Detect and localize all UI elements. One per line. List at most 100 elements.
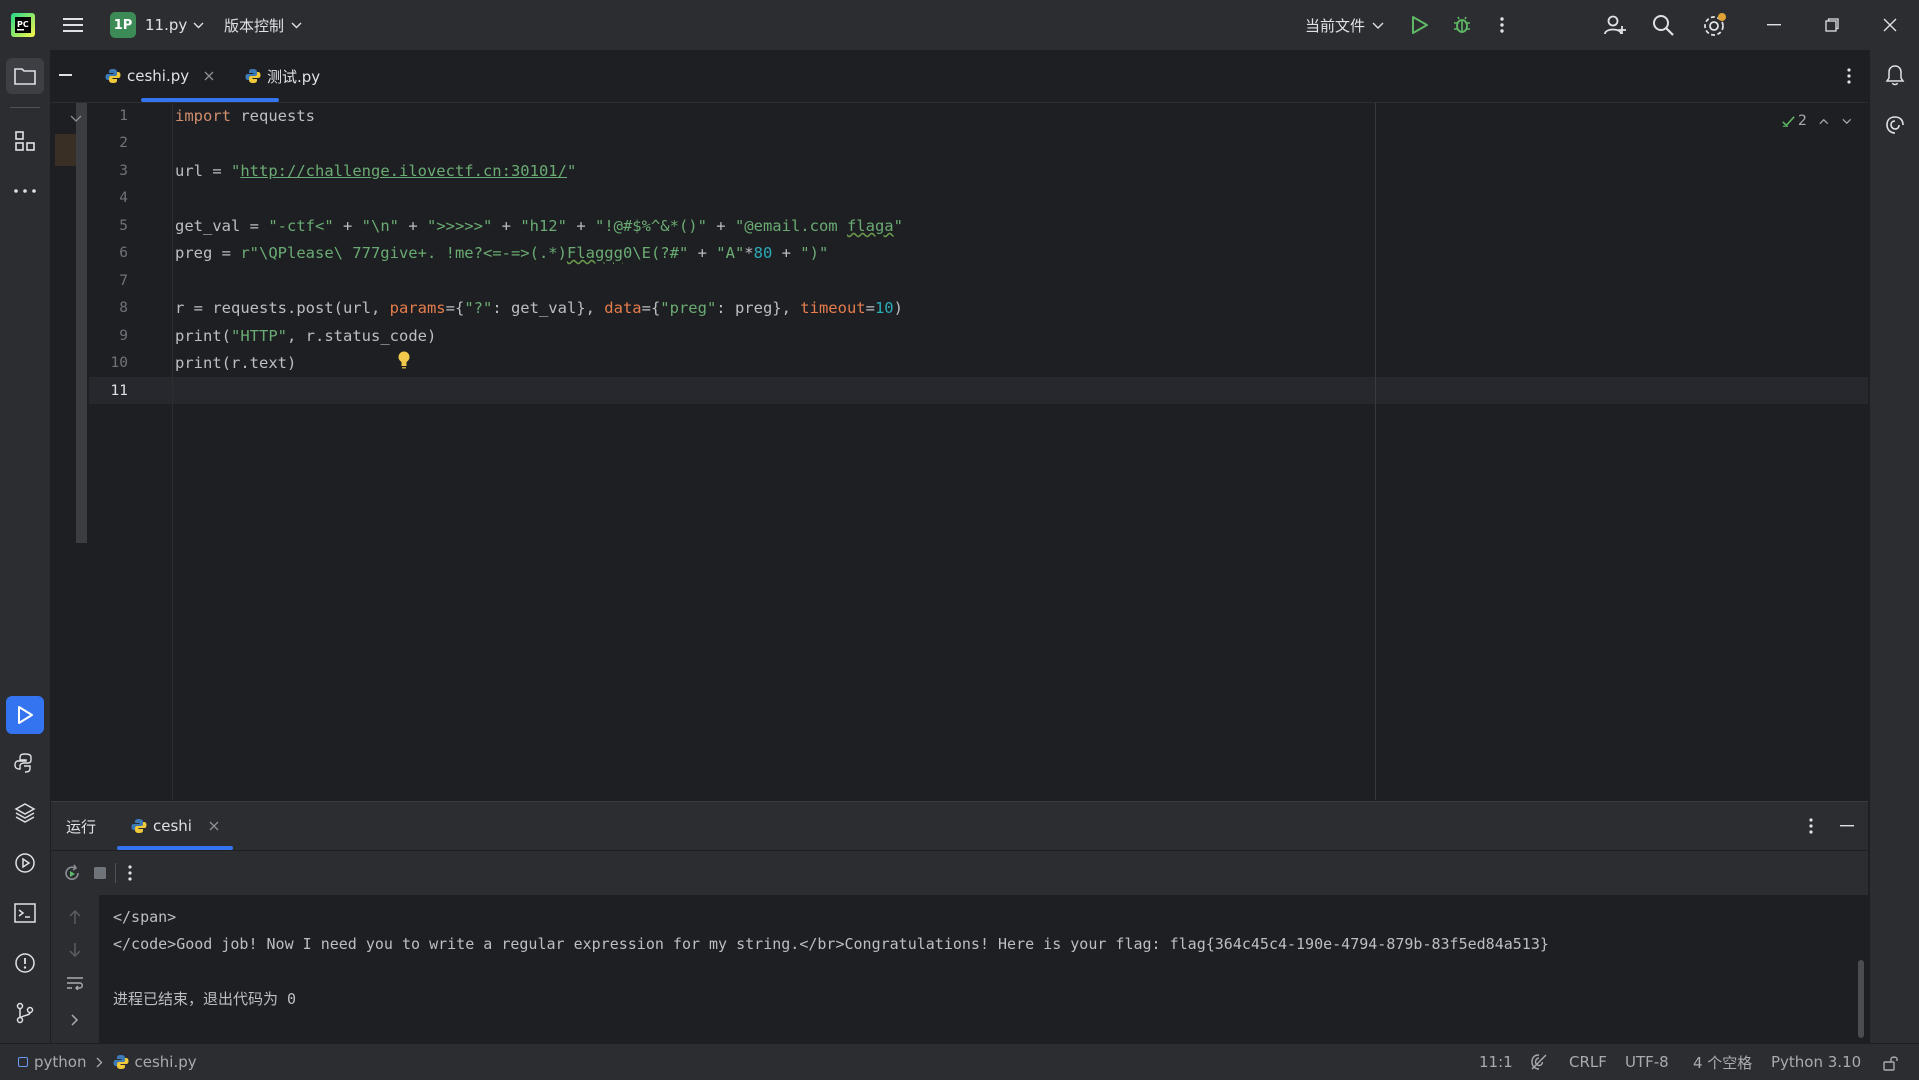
- search-icon[interactable]: [1650, 12, 1676, 38]
- pycharm-logo-icon: PC: [10, 12, 36, 38]
- code-line-10[interactable]: print(r.text): [175, 350, 296, 377]
- run-options-icon[interactable]: [1803, 814, 1819, 838]
- code-line-5[interactable]: get_val = "-ctf<" + "\n" + ">>>>>" + "h1…: [175, 213, 903, 240]
- editor-tab-bar: ceshi.py 测试.py: [51, 50, 1868, 103]
- settings-icon[interactable]: [1700, 11, 1728, 39]
- more-run-actions-icon[interactable]: [123, 862, 137, 884]
- no-inspections-icon[interactable]: [1528, 1052, 1550, 1072]
- tab-ceshi-cn-py[interactable]: 测试.py: [245, 50, 320, 102]
- more-actions-icon[interactable]: [1494, 13, 1510, 37]
- python-console-icon[interactable]: [12, 750, 38, 776]
- line-number: 1: [119, 108, 128, 124]
- run-icon[interactable]: [1408, 13, 1432, 37]
- strip-divider: [10, 107, 40, 108]
- console-output-line: </span>: [113, 908, 177, 926]
- debug-icon[interactable]: [1450, 13, 1474, 37]
- unlock-icon[interactable]: [1881, 1053, 1901, 1073]
- chevron-down-icon: [1372, 22, 1384, 29]
- hide-panel-icon[interactable]: [1837, 814, 1857, 838]
- chevron-down-icon: [193, 22, 204, 28]
- close-window-icon[interactable]: [1878, 13, 1902, 37]
- svg-text:PC: PC: [17, 20, 29, 29]
- line-number: 9: [119, 328, 128, 344]
- project-panel-scroll[interactable]: [76, 103, 87, 543]
- project-selector[interactable]: 1P 11.py: [110, 0, 204, 50]
- notifications-icon[interactable]: [1882, 62, 1908, 88]
- run-tab-label: ceshi: [153, 817, 192, 835]
- breadcrumb-file[interactable]: ceshi.py: [134, 1053, 196, 1071]
- run-toolbar: [51, 851, 1868, 895]
- more-tools-icon[interactable]: [12, 178, 38, 204]
- code-line-3[interactable]: url = "http://challenge.ilovectf.cn:3010…: [175, 158, 576, 185]
- project-tool-icon[interactable]: [6, 58, 44, 94]
- python-interpreter[interactable]: Python 3.10: [1771, 1044, 1861, 1080]
- run-side-toolbar: [51, 895, 99, 1043]
- chevron-down-icon[interactable]: [70, 115, 82, 123]
- line-number: 5: [119, 218, 128, 234]
- run-tool-icon[interactable]: [6, 696, 44, 734]
- restore-window-icon[interactable]: [1820, 13, 1844, 37]
- python-file-icon: [113, 1055, 129, 1069]
- caret-position[interactable]: 11:1: [1479, 1044, 1513, 1080]
- file-encoding[interactable]: UTF-8: [1625, 1044, 1669, 1080]
- line-number-current: 11: [110, 383, 128, 399]
- structure-icon[interactable]: [12, 128, 38, 154]
- code-line-9[interactable]: print("HTTP", r.status_code): [175, 323, 436, 350]
- module-icon: [18, 1057, 28, 1067]
- line-ending[interactable]: CRLF: [1569, 1044, 1607, 1080]
- right-margin-guide: [1375, 103, 1376, 800]
- breadcrumb: python ceshi.py: [18, 1044, 197, 1080]
- inspection-widget[interactable]: 2: [1782, 110, 1852, 132]
- tab-label: ceshi.py: [127, 67, 190, 85]
- run-panel-title: 运行: [66, 817, 97, 836]
- toolbar-divider: [115, 863, 116, 883]
- arrow-up-icon[interactable]: [65, 907, 85, 927]
- git-icon[interactable]: [12, 1000, 38, 1026]
- gutter-separator: [172, 103, 173, 800]
- run-tab-ceshi[interactable]: ceshi: [131, 802, 219, 850]
- left-tool-strip: [0, 50, 51, 1043]
- services-icon[interactable]: [12, 850, 38, 876]
- python-file-icon: [245, 69, 261, 83]
- problems-count: 2: [1798, 113, 1807, 129]
- tab-ceshi-py[interactable]: ceshi.py: [105, 50, 214, 102]
- breadcrumb-root[interactable]: python: [34, 1053, 86, 1071]
- close-tab-icon[interactable]: [209, 821, 219, 831]
- chevron-down-icon: [291, 22, 302, 28]
- soft-wrap-icon[interactable]: [65, 973, 85, 993]
- close-tab-icon[interactable]: [204, 71, 214, 81]
- console-scrollbar[interactable]: [1858, 960, 1864, 1038]
- tab-options-icon[interactable]: [1841, 64, 1857, 88]
- run-config-selector[interactable]: 当前文件: [1305, 0, 1384, 50]
- console-output-line: </code>Good job! Now I need you to write…: [113, 935, 1549, 953]
- right-tool-strip: [1869, 50, 1919, 1043]
- chevron-right-icon[interactable]: [65, 1010, 85, 1030]
- line-number: 2: [119, 135, 128, 151]
- ai-assistant-icon[interactable]: [1882, 112, 1908, 138]
- lightbulb-icon[interactable]: [397, 350, 413, 372]
- terminal-icon[interactable]: [12, 900, 38, 926]
- title-bar: PC 1P 11.py 版本控制 当前文件: [0, 0, 1919, 51]
- line-number: 8: [119, 300, 128, 316]
- add-user-icon[interactable]: [1602, 12, 1628, 38]
- line-number: 10: [110, 355, 128, 371]
- indent-setting[interactable]: 4 个空格: [1693, 1044, 1752, 1080]
- chevron-up-icon[interactable]: [1819, 118, 1829, 125]
- code-line-6[interactable]: preg = r"\QPlease\ 777give+. !me?<=-=>(.…: [175, 240, 828, 267]
- problems-icon[interactable]: [12, 950, 38, 976]
- rerun-icon[interactable]: [61, 862, 83, 884]
- chevron-right-icon: [97, 1057, 103, 1067]
- python-packages-icon[interactable]: [12, 800, 38, 826]
- vcs-menu[interactable]: 版本控制: [224, 0, 302, 50]
- code-line-8[interactable]: r = requests.post(url, params={"?": get_…: [175, 295, 903, 322]
- chevron-down-icon[interactable]: [1842, 118, 1852, 125]
- collapse-panel-icon[interactable]: [59, 74, 72, 76]
- stop-icon[interactable]: [89, 862, 111, 884]
- active-tab-indicator: [117, 846, 233, 850]
- status-bar: python ceshi.py 11:1 CRLF UTF-8 4 个空格 Py…: [0, 1043, 1919, 1080]
- code-line-1[interactable]: import requests: [175, 103, 315, 130]
- check-icon: [1782, 115, 1795, 127]
- minimize-window-icon[interactable]: [1762, 13, 1786, 37]
- arrow-down-icon[interactable]: [65, 940, 85, 960]
- main-menu-icon[interactable]: [60, 13, 86, 37]
